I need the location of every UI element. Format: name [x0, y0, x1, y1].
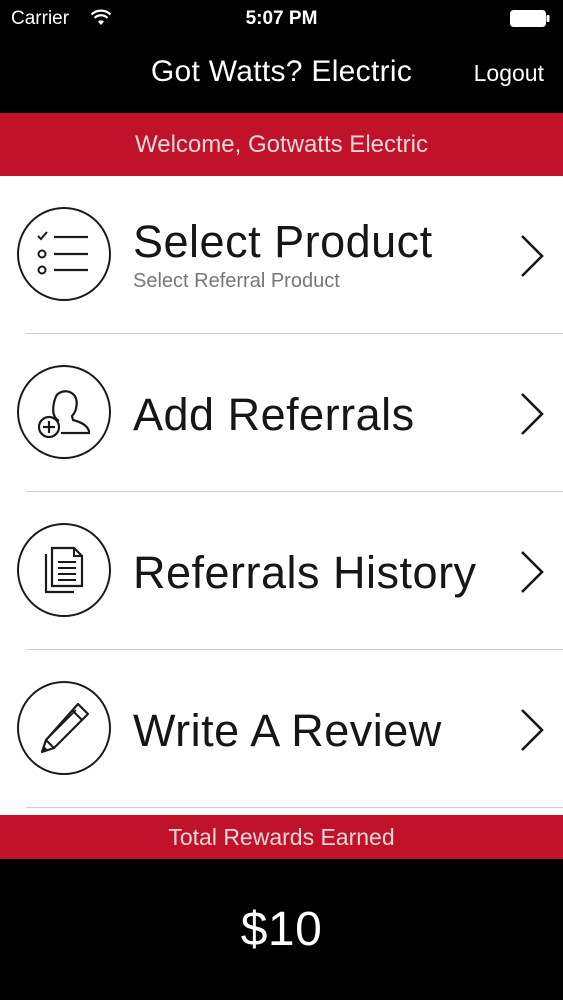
- status-bar: Carrier 5:07 PM: [0, 0, 563, 38]
- rewards-label: Total Rewards Earned: [168, 823, 395, 850]
- rewards-amount: $10: [240, 903, 323, 956]
- menu-item-label: Add Referrals: [133, 389, 415, 440]
- rewards-panel: $10: [0, 859, 563, 1000]
- menu-item-write-review[interactable]: Write A Review: [0, 650, 563, 808]
- menu-item-label: Referrals History: [133, 547, 477, 598]
- main-menu: Select Product Select Referral Product A…: [0, 176, 563, 808]
- menu-item-add-referrals[interactable]: Add Referrals: [0, 334, 563, 492]
- chevron-right-icon: [521, 393, 544, 435]
- logout-button[interactable]: Logout: [474, 60, 544, 87]
- status-time: 5:07 PM: [245, 8, 318, 29]
- battery-icon: [510, 10, 550, 27]
- menu-item-referrals-history[interactable]: Referrals History: [0, 492, 563, 650]
- menu-item-select-product[interactable]: Select Product Select Referral Product: [0, 176, 563, 334]
- chevron-right-icon: [521, 709, 544, 751]
- welcome-banner: Welcome, Gotwatts Electric: [0, 113, 563, 176]
- menu-item-label: Write A Review: [133, 705, 442, 756]
- divider: [26, 807, 563, 808]
- navigation-bar: Got Watts? Electric Logout: [0, 38, 563, 113]
- menu-item-label: Select Product: [133, 216, 433, 267]
- rewards-header: Total Rewards Earned: [0, 815, 563, 859]
- checklist-icon: [17, 207, 111, 301]
- menu-item-sublabel: Select Referral Product: [133, 270, 340, 292]
- welcome-text: Welcome, Gotwatts Electric: [135, 130, 428, 158]
- chevron-right-icon: [521, 551, 544, 593]
- pencil-icon: [17, 681, 111, 775]
- chevron-right-icon: [521, 235, 544, 277]
- add-user-icon: [17, 365, 111, 459]
- documents-icon: [17, 523, 111, 617]
